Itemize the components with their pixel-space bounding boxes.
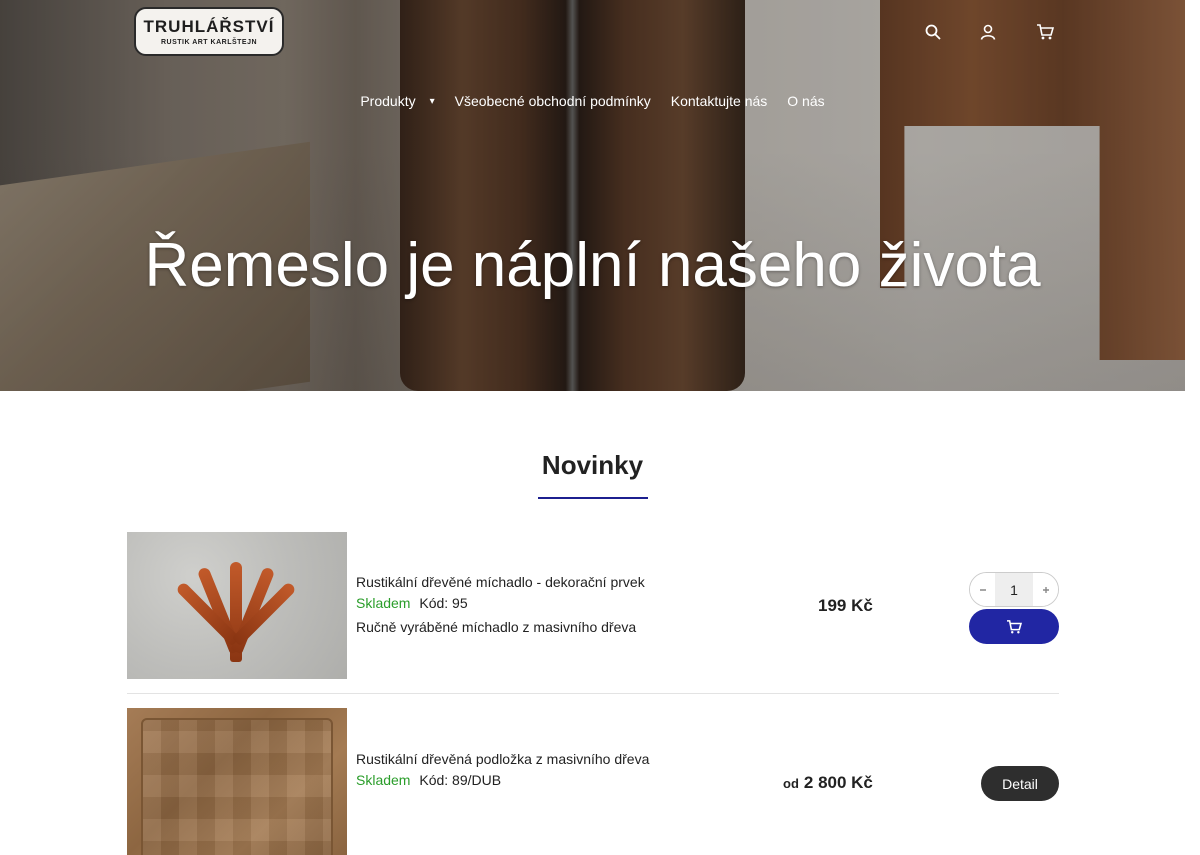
nav-item-obchodni-podminky-label: Všeobecné obchodní podmínky	[454, 93, 651, 109]
product-description: Ručně vyráběné míchadlo z masivního dřev…	[356, 619, 637, 635]
price-prefix: od	[783, 776, 799, 791]
hero-shade	[0, 0, 1185, 391]
hero-banner: TRUHLÁŘSTVÍ RUSTIK ART KARLŠTEJN Produkt…	[0, 0, 1185, 391]
board-groove	[141, 718, 333, 855]
logo[interactable]: TRUHLÁŘSTVÍ RUSTIK ART KARLŠTEJN	[134, 7, 284, 56]
product-meta: Skladem Kód: 89/DUB	[356, 772, 649, 788]
logo-text: TRUHLÁŘSTVÍ	[143, 17, 275, 36]
stock-status: Skladem	[356, 595, 411, 611]
nav-item-produkty-label: Produkty	[360, 93, 416, 109]
search-icon[interactable]	[923, 22, 943, 42]
main-nav: Produkty ▾ Všeobecné obchodní podmínky K…	[0, 93, 1185, 109]
quantity-stepper: 1	[969, 572, 1059, 607]
cart-icon[interactable]	[1035, 22, 1055, 42]
product-image[interactable]	[127, 532, 347, 679]
nav-item-kontakt[interactable]: Kontaktujte nás	[671, 93, 768, 109]
minus-icon	[979, 588, 986, 591]
nav-item-o-nas[interactable]: O nás	[787, 93, 824, 109]
section-underline	[538, 497, 648, 499]
nav-item-o-nas-label: O nás	[787, 93, 825, 109]
user-icon[interactable]	[978, 22, 998, 42]
cart-icon	[1007, 619, 1022, 633]
product-code: Kód: 95	[419, 595, 468, 611]
quantity-input[interactable]: 1	[995, 573, 1033, 606]
nav-item-produkty[interactable]: Produkty ▾	[360, 93, 434, 109]
product-image[interactable]	[127, 708, 347, 855]
hero-title: Řemeslo je náplní našeho života	[144, 231, 1041, 300]
increase-button[interactable]	[1033, 573, 1058, 606]
product-item: Rustikální dřevěná podložka z masivního …	[127, 708, 1059, 855]
chevron-down-icon: ▾	[429, 95, 435, 107]
product-code: Kód: 89/DUB	[419, 772, 502, 788]
plus-icon	[1042, 586, 1049, 593]
decrease-button[interactable]	[970, 573, 995, 606]
detail-button[interactable]: Detail	[981, 766, 1059, 801]
product-item: Rustikální dřevěné míchadlo - dekorační …	[127, 532, 1059, 694]
product-price: 199 Kč	[818, 596, 873, 615]
stock-status: Skladem	[356, 772, 411, 788]
nav-item-kontakt-label: Kontaktujte nás	[670, 93, 768, 109]
section-title: Novinky	[541, 450, 644, 480]
nav-item-obchodni-podminky[interactable]: Všeobecné obchodní podmínky	[455, 93, 651, 109]
price-value: 2 800 Kč	[803, 773, 873, 792]
product-price: od 2 800 Kč	[783, 773, 873, 793]
product-meta: Skladem Kód: 95	[356, 595, 645, 611]
logo-subtext: RUSTIK ART KARLŠTEJN	[160, 39, 258, 46]
product-name[interactable]: Rustikální dřevěné míchadlo - dekorační …	[356, 574, 645, 590]
product-name[interactable]: Rustikální dřevěná podložka z masivního …	[356, 751, 649, 767]
product-info: Rustikální dřevěná podložka z masivního …	[356, 751, 649, 796]
product-info: Rustikální dřevěné míchadlo - dekorační …	[356, 574, 645, 635]
add-to-cart-button[interactable]	[969, 609, 1059, 644]
